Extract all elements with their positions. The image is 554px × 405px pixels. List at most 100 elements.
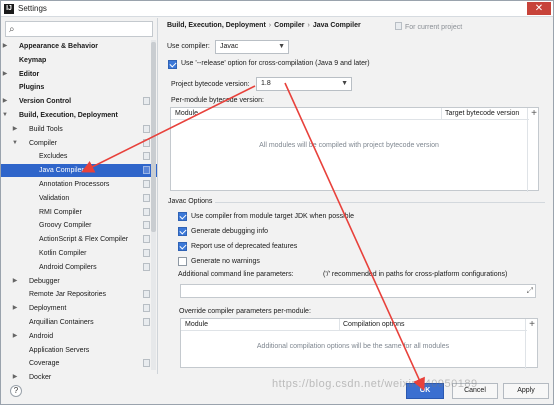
project-icon: [143, 207, 150, 216]
sidebar-item[interactable]: Keymap: [1, 54, 157, 67]
option-checkbox[interactable]: [178, 257, 187, 266]
toolbar-divider: [527, 108, 528, 192]
compiler-select[interactable]: Javac ▼: [215, 40, 289, 54]
expand-icon[interactable]: ⤢: [527, 286, 533, 296]
sidebar-item[interactable]: ▶ Docker: [1, 371, 157, 384]
settings-sidebar: ⌕ ▶ Appearance & Behavior Keymap ▶ Editor Plu…: [1, 18, 158, 381]
per-module-empty-text: All modules will be compiled with projec…: [259, 142, 439, 149]
project-scope-note: For current project: [395, 22, 462, 31]
sidebar-item[interactable]: ▶ Android: [1, 330, 157, 343]
close-icon[interactable]: ✕: [527, 2, 551, 15]
sidebar-item[interactable]: ▶ Appearance & Behavior: [1, 40, 157, 53]
project-icon: [143, 235, 150, 244]
sidebar-scrollbar[interactable]: [151, 40, 156, 370]
option-checkbox[interactable]: [178, 212, 187, 221]
sidebar-item[interactable]: RMI Compiler: [1, 206, 157, 219]
window-title: Settings: [18, 4, 47, 13]
add-icon[interactable]: +: [527, 319, 537, 331]
project-scope-label: For current project: [405, 24, 463, 31]
project-icon: [143, 124, 150, 133]
header-underline: [181, 319, 525, 331]
project-icon: [395, 22, 402, 30]
option-label: Use compiler from module target JDK when…: [191, 213, 355, 220]
option-checkbox[interactable]: [178, 242, 187, 251]
breadcrumb: Build, Execution, Deployment › Compiler › Ja…: [167, 22, 361, 29]
project-icon: [143, 97, 150, 106]
project-icon: [143, 249, 150, 257]
sidebar-item-label: Deployment: [29, 305, 67, 313]
sidebar-item[interactable]: Coverage: [1, 357, 157, 370]
chevron-right-icon[interactable]: ▶: [1, 95, 9, 108]
chevron-down-icon[interactable]: ▼: [1, 109, 9, 122]
sidebar-item-label: Compiler: [29, 139, 58, 147]
chevron-down-icon[interactable]: ▼: [11, 137, 19, 150]
use-compiler-label: Use compiler:: [167, 43, 210, 50]
header-underline: [171, 108, 527, 120]
chevron-right-icon[interactable]: ▶: [11, 302, 19, 315]
sidebar-item[interactable]: Application Servers: [1, 344, 157, 357]
apply-button[interactable]: Apply: [503, 383, 549, 399]
bytecode-version-select[interactable]: 1.8 ▼: [256, 77, 352, 91]
project-icon: [143, 318, 150, 326]
project-icon: [143, 166, 150, 175]
chevron-right-icon[interactable]: ▶: [1, 40, 9, 53]
project-icon: [143, 152, 150, 161]
watermark: https://blog.csdn.net/weixin_40950189: [272, 378, 478, 390]
settings-window: IJ Settings ✕ ⌕ ▶ Appearance & Behavior Ke…: [0, 0, 554, 405]
sidebar-item-label: Build, Execution, Deployment: [19, 112, 118, 119]
intellij-icon: IJ: [4, 4, 14, 14]
sidebar-item-label: Java Compiler: [39, 167, 84, 175]
section-divider: [215, 202, 545, 203]
search-input[interactable]: ⌕: [5, 21, 153, 37]
sidebar-item[interactable]: ▶ Deployment: [1, 302, 157, 315]
help-icon[interactable]: ?: [10, 385, 22, 397]
sidebar-item[interactable]: Excludes: [1, 150, 157, 163]
breadcrumb-separator: ›: [268, 22, 272, 29]
chevron-right-icon[interactable]: ▶: [11, 275, 19, 288]
sidebar-item[interactable]: Android Compilers: [1, 261, 157, 274]
sidebar-item[interactable]: ActionScript & Flex Compiler: [1, 233, 157, 246]
add-icon[interactable]: +: [529, 108, 539, 120]
chevron-down-icon: ▼: [341, 80, 348, 87]
sidebar-item[interactable]: ▶ Build Tools: [1, 123, 157, 136]
breadcrumb-item: Java Compiler: [312, 22, 361, 29]
sidebar-item[interactable]: Java Compiler: [1, 164, 157, 178]
sidebar-item-label: Kotlin Compiler: [39, 250, 87, 257]
compiler-select-value: Javac: [220, 43, 239, 50]
sidebar-item[interactable]: Plugins: [1, 81, 157, 94]
chevron-right-icon[interactable]: ▶: [11, 371, 19, 384]
sidebar-item[interactable]: ▶ Version Control: [1, 95, 157, 108]
sidebar-item[interactable]: Groovy Compiler: [1, 219, 157, 232]
toolbar-divider: [525, 319, 526, 369]
sidebar-item-label: Version Control: [19, 98, 72, 106]
sidebar-item[interactable]: Remote Jar Repositories: [1, 288, 157, 301]
sidebar-item[interactable]: ▶ Debugger: [1, 275, 157, 288]
breadcrumb-item: Compiler: [274, 22, 305, 29]
scrollbar-thumb[interactable]: [151, 42, 156, 232]
sidebar-item-label: ActionScript & Flex Compiler: [39, 236, 129, 244]
chevron-right-icon[interactable]: ▶: [11, 123, 19, 136]
project-icon: [143, 290, 150, 299]
option-checkbox[interactable]: [178, 227, 187, 236]
chevron-right-icon[interactable]: ▶: [1, 68, 9, 81]
override-label: Override compiler parameters per-module:: [179, 308, 311, 315]
sidebar-item[interactable]: ▼ Build, Execution, Deployment: [1, 109, 157, 122]
sidebar-item[interactable]: Arquillian Containers: [1, 316, 157, 329]
project-icon: [143, 262, 150, 271]
sidebar-item[interactable]: Annotation Processors: [1, 178, 157, 191]
sidebar-item-label: Validation: [39, 194, 70, 202]
sidebar-item[interactable]: ▼ Compiler: [1, 137, 157, 150]
project-icon: [143, 304, 150, 313]
chevron-right-icon[interactable]: ▶: [11, 330, 19, 343]
sidebar-item[interactable]: ▶ Editor: [1, 68, 157, 81]
sidebar-item-label: Arquillian Containers: [29, 319, 94, 326]
per-module-label: Per-module bytecode version:: [171, 97, 264, 104]
sidebar-item[interactable]: Kotlin Compiler: [1, 247, 157, 260]
params-input[interactable]: ⤢: [180, 284, 536, 298]
project-icon: [143, 138, 150, 147]
project-icon: [143, 180, 150, 188]
sidebar-item-label: Annotation Processors: [39, 181, 110, 188]
release-option-checkbox[interactable]: [168, 60, 177, 69]
sidebar-item[interactable]: Validation: [1, 192, 157, 205]
sidebar-item-label: Groovy Compiler: [39, 222, 92, 230]
